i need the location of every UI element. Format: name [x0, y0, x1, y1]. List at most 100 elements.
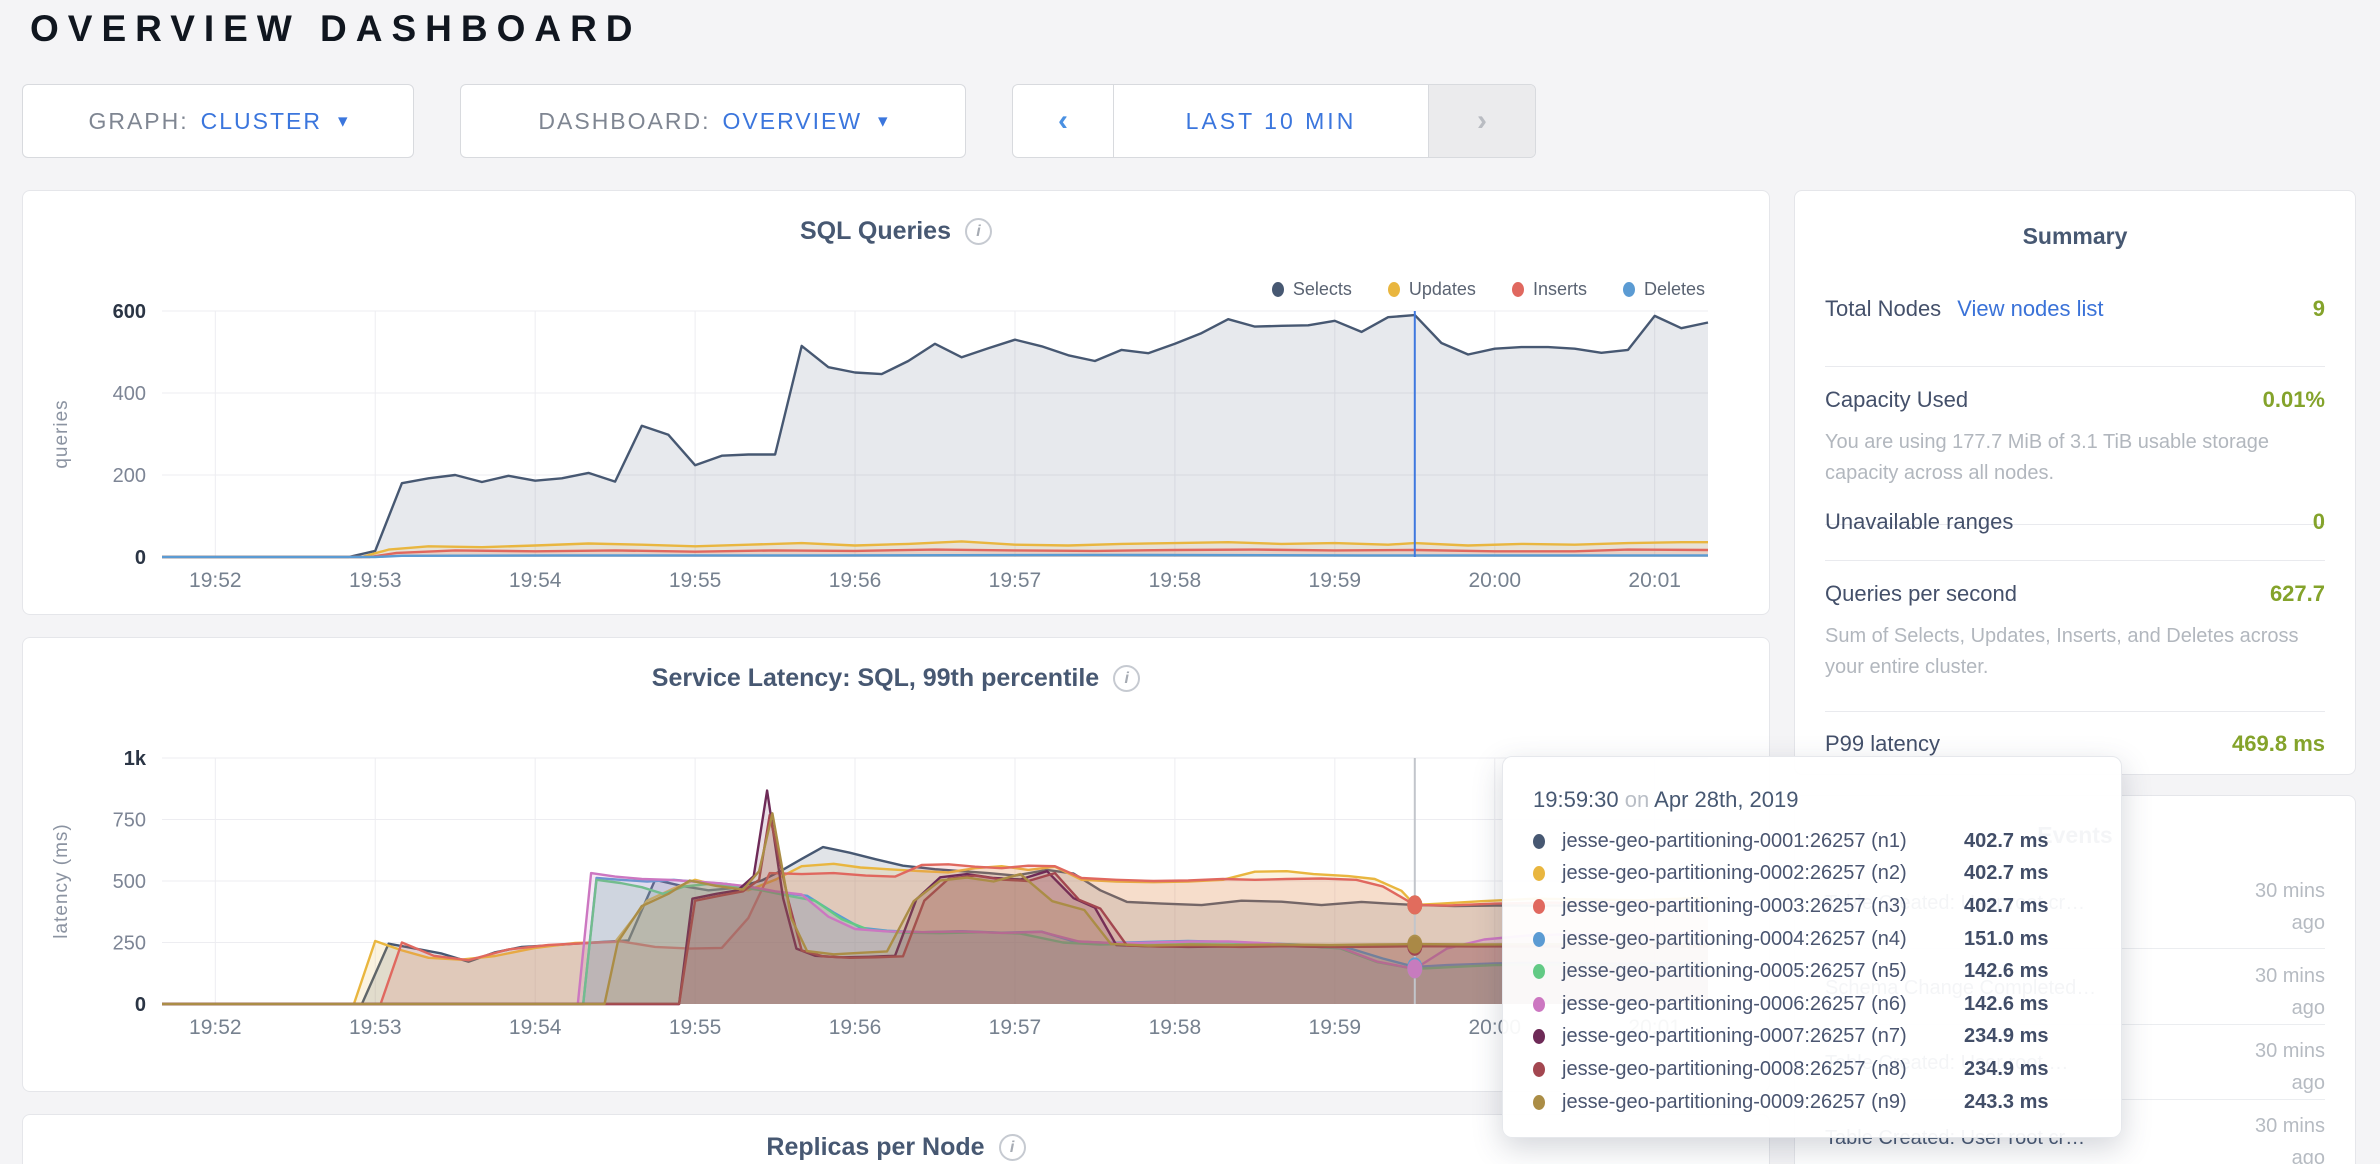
- event-time: 30 minsago: [2255, 1035, 2325, 1099]
- tooltip-node-name: jesse-geo-partitioning-0001:26257 (n1): [1562, 830, 1964, 853]
- series-dot-icon: [1533, 899, 1545, 914]
- divider: [1825, 560, 2325, 561]
- dashboard-dropdown-label: DASHBOARD:: [538, 108, 710, 135]
- tooltip-node-value: 234.9 ms: [1964, 1058, 2049, 1081]
- p99-latency-label: P99 latency: [1825, 731, 1940, 756]
- svg-text:19:58: 19:58: [1149, 1016, 1202, 1039]
- svg-text:19:58: 19:58: [1149, 569, 1202, 592]
- total-nodes-label: Total Nodes: [1825, 296, 1941, 321]
- time-range-selector: ‹ LAST 10 MIN ›: [1012, 84, 1536, 158]
- tooltip-node-name: jesse-geo-partitioning-0003:26257 (n3): [1562, 895, 1964, 918]
- svg-text:500: 500: [113, 871, 146, 893]
- svg-text:19:56: 19:56: [829, 1016, 882, 1039]
- series-dot-icon: [1533, 866, 1545, 881]
- sql-queries-plot[interactable]: 020040060019:5219:5319:5419:5519:5619:57…: [23, 191, 1771, 619]
- capacity-used-value: 0.01%: [2263, 387, 2325, 413]
- tooltip-rows: jesse-geo-partitioning-0001:26257 (n1) 4…: [1533, 825, 2091, 1118]
- tooltip-node-value: 402.7 ms: [1964, 862, 2049, 885]
- svg-text:19:53: 19:53: [349, 569, 402, 592]
- svg-text:0: 0: [135, 994, 146, 1016]
- summary-title: Summary: [1795, 223, 2355, 250]
- replicas-title-row: Replicas per Node i: [23, 1133, 1769, 1162]
- svg-text:19:52: 19:52: [189, 1016, 242, 1039]
- tooltip-node-row: jesse-geo-partitioning-0006:26257 (n6) 1…: [1533, 988, 2091, 1021]
- svg-text:queries: queries: [51, 399, 72, 468]
- tooltip-node-name: jesse-geo-partitioning-0006:26257 (n6): [1562, 993, 1964, 1016]
- tooltip-node-name: jesse-geo-partitioning-0004:26257 (n4): [1562, 928, 1964, 951]
- tooltip-node-value: 402.7 ms: [1964, 895, 2049, 918]
- chevron-down-icon: ▾: [878, 110, 888, 133]
- view-nodes-list-link[interactable]: View nodes list: [1957, 296, 2103, 321]
- time-range-label[interactable]: LAST 10 MIN: [1113, 85, 1429, 157]
- series-dot-icon: [1533, 1062, 1545, 1077]
- tooltip-node-row: jesse-geo-partitioning-0009:26257 (n9) 2…: [1533, 1086, 2091, 1119]
- info-icon[interactable]: i: [999, 1134, 1026, 1161]
- total-nodes-value: 9: [2313, 296, 2325, 322]
- series-dot-icon: [1533, 1095, 1545, 1110]
- svg-text:19:57: 19:57: [989, 1016, 1042, 1039]
- chart-hover-tooltip: 19:59:30 on Apr 28th, 2019 jesse-geo-par…: [1502, 756, 2122, 1138]
- series-dot-icon: [1533, 964, 1545, 979]
- summary-panel: Summary Total Nodes View nodes list 9 Cap…: [1794, 190, 2356, 775]
- svg-text:19:55: 19:55: [669, 569, 722, 592]
- capacity-used-desc: You are using 177.7 MiB of 3.1 TiB usabl…: [1825, 427, 2329, 489]
- summary-row-total-nodes: Total Nodes View nodes list 9: [1825, 296, 2325, 322]
- svg-text:19:54: 19:54: [509, 569, 562, 592]
- tooltip-node-row: jesse-geo-partitioning-0007:26257 (n7) 2…: [1533, 1021, 2091, 1054]
- svg-text:19:56: 19:56: [829, 569, 882, 592]
- svg-text:19:55: 19:55: [669, 1016, 722, 1039]
- event-time: 30 minsago: [2255, 960, 2325, 1024]
- dashboard-dropdown[interactable]: DASHBOARD: OVERVIEW ▾: [460, 84, 966, 158]
- svg-text:19:59: 19:59: [1309, 1016, 1362, 1039]
- svg-text:19:54: 19:54: [509, 1016, 562, 1039]
- tooltip-node-row: jesse-geo-partitioning-0002:26257 (n2) 4…: [1533, 858, 2091, 891]
- divider: [1825, 366, 2325, 367]
- svg-text:19:57: 19:57: [989, 569, 1042, 592]
- svg-text:20:01: 20:01: [1628, 569, 1681, 592]
- overview-dashboard-page: OVERVIEW DASHBOARD GRAPH: CLUSTER ▾ DASH…: [0, 0, 2380, 1164]
- svg-text:0: 0: [135, 547, 146, 569]
- time-range-next-button[interactable]: ›: [1429, 85, 1535, 157]
- tooltip-node-value: 151.0 ms: [1964, 928, 2049, 951]
- unavailable-ranges-value: 0: [2313, 509, 2325, 535]
- tooltip-timestamp: 19:59:30 on Apr 28th, 2019: [1533, 787, 2091, 813]
- unavailable-ranges-label: Unavailable ranges: [1825, 509, 2013, 534]
- replicas-title: Replicas per Node: [766, 1133, 984, 1162]
- tooltip-node-name: jesse-geo-partitioning-0002:26257 (n2): [1562, 862, 1964, 885]
- time-range-prev-button[interactable]: ‹: [1013, 85, 1113, 157]
- series-dot-icon: [1533, 997, 1545, 1012]
- tooltip-node-value: 142.6 ms: [1964, 993, 2049, 1016]
- tooltip-node-name: jesse-geo-partitioning-0008:26257 (n8): [1562, 1058, 1964, 1081]
- svg-text:200: 200: [113, 465, 146, 487]
- tooltip-node-value: 402.7 ms: [1964, 830, 2049, 853]
- p99-latency-value: 469.8 ms: [2232, 731, 2325, 757]
- svg-text:19:59: 19:59: [1309, 569, 1362, 592]
- graph-dropdown-label: GRAPH:: [88, 108, 188, 135]
- summary-row-capacity: Capacity Used 0.01%: [1825, 387, 2325, 413]
- svg-text:600: 600: [113, 301, 146, 323]
- sql-queries-card: SQL Queriesi Selects Updates Inserts Del…: [22, 190, 1770, 615]
- svg-text:20:00: 20:00: [1468, 569, 1521, 592]
- summary-row-unavailable-ranges: Unavailable ranges 0: [1825, 509, 2325, 535]
- capacity-used-label: Capacity Used: [1825, 387, 1968, 412]
- summary-row-p99-latency: P99 latency 469.8 ms: [1825, 731, 2325, 757]
- tooltip-node-row: jesse-geo-partitioning-0003:26257 (n3) 4…: [1533, 890, 2091, 923]
- summary-row-qps: Queries per second 627.7: [1825, 581, 2325, 607]
- tooltip-node-value: 243.3 ms: [1964, 1091, 2049, 1114]
- graph-dropdown[interactable]: GRAPH: CLUSTER ▾: [22, 84, 414, 158]
- page-title: OVERVIEW DASHBOARD: [30, 8, 642, 50]
- qps-value: 627.7: [2270, 581, 2325, 607]
- tooltip-node-row: jesse-geo-partitioning-0005:26257 (n5) 1…: [1533, 955, 2091, 988]
- series-dot-icon: [1533, 932, 1545, 947]
- tooltip-node-row: jesse-geo-partitioning-0001:26257 (n1) 4…: [1533, 825, 2091, 858]
- tooltip-node-row: jesse-geo-partitioning-0008:26257 (n8) 2…: [1533, 1053, 2091, 1086]
- tooltip-node-row: jesse-geo-partitioning-0004:26257 (n4) 1…: [1533, 923, 2091, 956]
- event-time: 30 minsago: [2255, 875, 2325, 939]
- series-dot-icon: [1533, 834, 1545, 849]
- qps-label: Queries per second: [1825, 581, 2017, 606]
- chevron-down-icon: ▾: [338, 110, 348, 133]
- tooltip-node-name: jesse-geo-partitioning-0007:26257 (n7): [1562, 1025, 1964, 1048]
- event-time: 30 minsago: [2255, 1110, 2325, 1164]
- svg-text:400: 400: [113, 383, 146, 405]
- svg-text:750: 750: [113, 810, 146, 832]
